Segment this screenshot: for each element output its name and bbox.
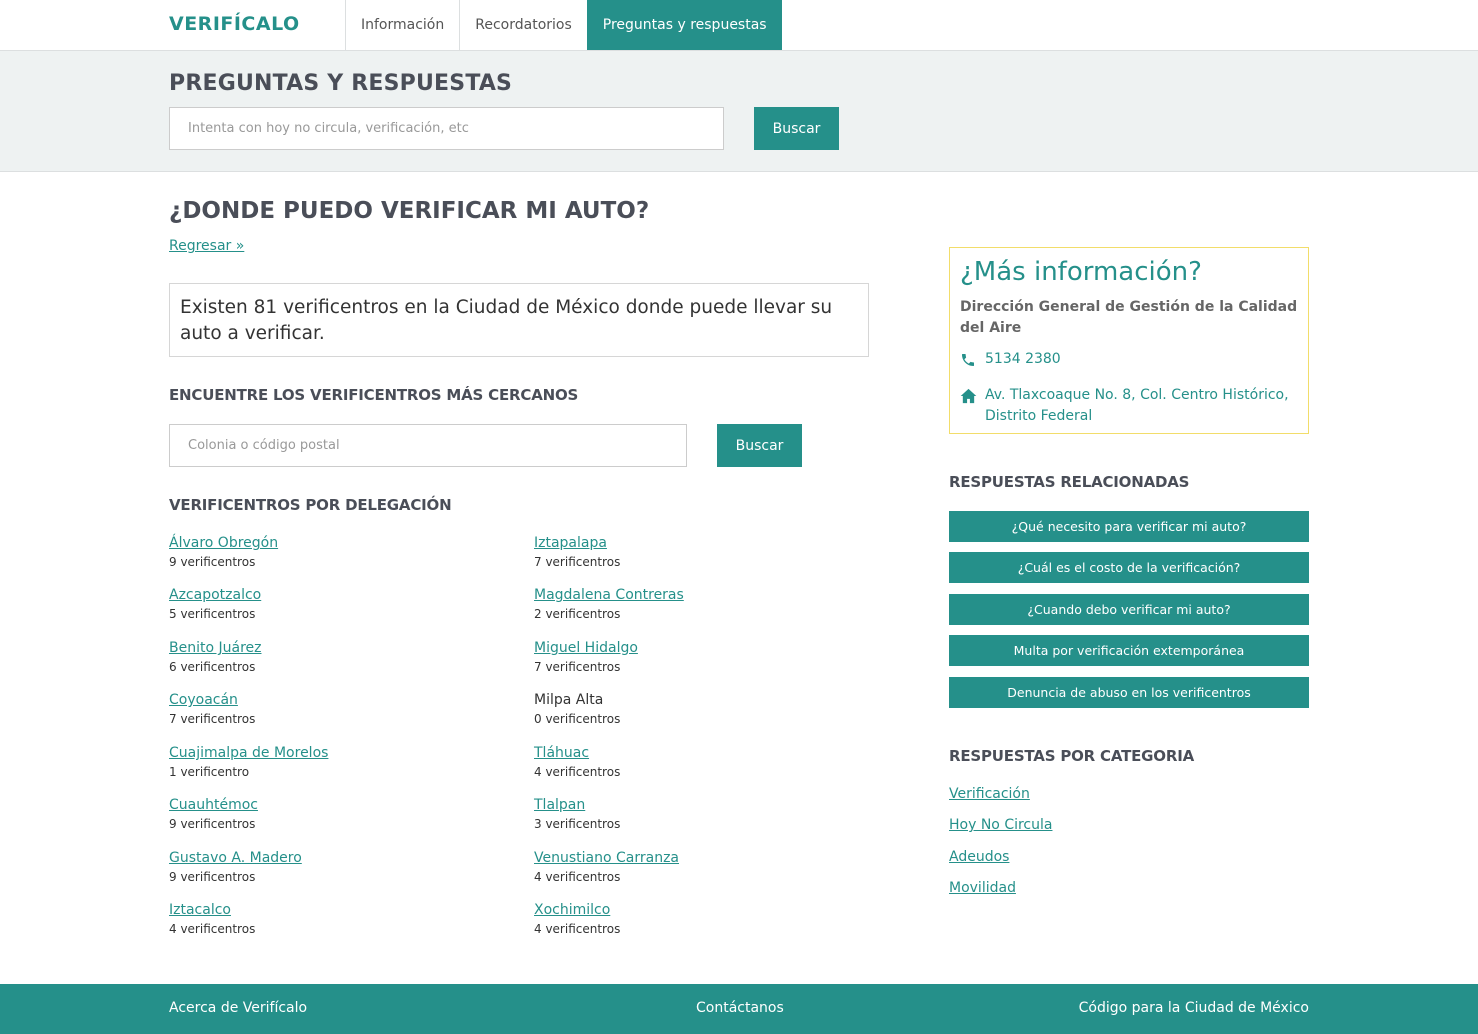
delegation-link[interactable]: Álvaro Obregón: [169, 535, 278, 551]
faq-search-input[interactable]: Intenta con hoy no circula, verificación…: [169, 107, 724, 150]
delegation-link[interactable]: Miguel Hidalgo: [534, 640, 638, 656]
address-row: Av. Tlaxcoaque No. 8, Col. Centro Histór…: [960, 385, 1298, 427]
related-button[interactable]: Denuncia de abuso en los verificentros: [949, 677, 1309, 708]
delegation-link[interactable]: Cuajimalpa de Morelos: [169, 745, 328, 761]
answer-box: Existen 81 verificentros en la Ciudad de…: [169, 283, 869, 357]
delegation-item: Cuauhtémoc 9 verificentros: [169, 797, 258, 831]
delegation-count: 1 verificentro: [169, 765, 250, 779]
delegations-heading: VERIFICENTROS POR DELEGACIÓN: [169, 496, 452, 514]
delegation-count: 5 verificentros: [169, 607, 256, 621]
delegation-item: Iztacalco 4 verificentros: [169, 902, 255, 936]
top-navbar: VERIFÍCALO Información Recordatorios Pre…: [0, 0, 1478, 51]
phone-row: 5134 2380: [960, 349, 1298, 375]
postal-search-input[interactable]: Colonia o código postal: [169, 424, 687, 467]
delegation-count: 4 verificentros: [169, 922, 256, 936]
footer-contact-link[interactable]: Contáctanos: [696, 1000, 784, 1016]
category-link-hoy-no-circula[interactable]: Hoy No Circula: [949, 817, 1052, 833]
footer-about-link[interactable]: Acerca de Verifícalo: [169, 1000, 307, 1016]
nav-item-recordatorios[interactable]: Recordatorios: [459, 0, 587, 50]
delegation-link[interactable]: Azcapotzalco: [169, 587, 261, 603]
delegation-item: Milpa Alta 0 verificentros: [534, 692, 620, 726]
delegation-item: Xochimilco 4 verificentros: [534, 902, 620, 936]
phone-number[interactable]: 5134 2380: [985, 349, 1061, 370]
delegation-count: 9 verificentros: [169, 817, 256, 831]
delegation-link[interactable]: Cuauhtémoc: [169, 797, 258, 813]
nav-item-preguntas[interactable]: Preguntas y respuestas: [586, 0, 782, 50]
nearest-heading: ENCUENTRE LOS VERIFICENTROS MÁS CERCANOS: [169, 386, 579, 404]
related-button[interactable]: Multa por verificación extemporánea: [949, 635, 1309, 666]
delegation-item: Azcapotzalco 5 verificentros: [169, 587, 261, 621]
delegation-item: Coyoacán 7 verificentros: [169, 692, 255, 726]
delegation-item: Benito Juárez 6 verificentros: [169, 640, 261, 674]
delegation-link[interactable]: Benito Juárez: [169, 640, 261, 656]
main-nav: Información Recordatorios Preguntas y re…: [345, 0, 782, 50]
delegation-item: Álvaro Obregón 9 verificentros: [169, 535, 278, 569]
footer: Acerca de Verifícalo Contáctanos Código …: [0, 984, 1478, 1034]
related-heading: RESPUESTAS RELACIONADAS: [949, 473, 1190, 491]
delegation-item: Cuajimalpa de Morelos 1 verificentro: [169, 745, 328, 779]
delegation-link[interactable]: Tlalpan: [534, 797, 620, 813]
faq-search-button[interactable]: Buscar: [754, 107, 839, 150]
home-icon: [960, 385, 985, 411]
organization-name: Dirección General de Gestión de la Calid…: [960, 299, 1298, 336]
delegation-count: 4 verificentros: [534, 765, 621, 779]
delegation-count: 6 verificentros: [169, 660, 256, 674]
category-link-movilidad[interactable]: Movilidad: [949, 880, 1016, 896]
brand-logo[interactable]: VERIFÍCALO: [169, 13, 300, 35]
delegation-count: 9 verificentros: [169, 555, 256, 569]
delegation-count: 7 verificentros: [169, 712, 256, 726]
delegation-item: Gustavo A. Madero 9 verificentros: [169, 850, 302, 884]
delegation-count: 2 verificentros: [534, 607, 621, 621]
delegation-link[interactable]: Xochimilco: [534, 902, 620, 918]
delegation-item: Tlalpan 3 verificentros: [534, 797, 620, 831]
question-title: ¿DONDE PUEDO VERIFICAR MI AUTO?: [169, 198, 650, 224]
delegation-count: 7 verificentros: [534, 555, 621, 569]
categories-heading: RESPUESTAS POR CATEGORIA: [949, 747, 1194, 765]
delegation-link[interactable]: Magdalena Contreras: [534, 587, 684, 603]
delegation-link[interactable]: Gustavo A. Madero: [169, 850, 302, 866]
delegation-link[interactable]: Iztapalapa: [534, 535, 620, 551]
delegation-count: 4 verificentros: [534, 870, 621, 884]
page-title: PREGUNTAS Y RESPUESTAS: [169, 71, 513, 96]
delegation-item: Iztapalapa 7 verificentros: [534, 535, 620, 569]
delegation-count: 7 verificentros: [534, 660, 621, 674]
address-text[interactable]: Av. Tlaxcoaque No. 8, Col. Centro Histór…: [985, 385, 1298, 427]
postal-search-button[interactable]: Buscar: [717, 424, 802, 467]
delegation-link[interactable]: Iztacalco: [169, 902, 255, 918]
delegation-count: 0 verificentros: [534, 712, 621, 726]
delegation-item: Magdalena Contreras 2 verificentros: [534, 587, 684, 621]
delegation-count: 9 verificentros: [169, 870, 256, 884]
delegation-link[interactable]: Coyoacán: [169, 692, 255, 708]
delegation-link[interactable]: Venustiano Carranza: [534, 850, 679, 866]
category-link-adeudos[interactable]: Adeudos: [949, 849, 1009, 865]
related-button[interactable]: ¿Cuando debo verificar mi auto?: [949, 594, 1309, 625]
category-link-verificacion[interactable]: Verificación: [949, 786, 1030, 802]
delegation-name: Milpa Alta: [534, 692, 604, 708]
delegation-item: Miguel Hidalgo 7 verificentros: [534, 640, 638, 674]
nav-item-informacion[interactable]: Información: [345, 0, 459, 50]
delegation-link[interactable]: Tláhuac: [534, 745, 620, 761]
more-info-title: ¿Más información?: [960, 257, 1202, 287]
header-band: PREGUNTAS Y RESPUESTAS Intenta con hoy n…: [0, 51, 1478, 172]
delegation-item: Venustiano Carranza 4 verificentros: [534, 850, 679, 884]
related-button[interactable]: ¿Qué necesito para verificar mi auto?: [949, 511, 1309, 542]
delegation-count: 4 verificentros: [534, 922, 621, 936]
delegation-item: Tláhuac 4 verificentros: [534, 745, 620, 779]
back-link[interactable]: Regresar »: [169, 238, 244, 254]
footer-code-link[interactable]: Código para la Ciudad de México: [1079, 1000, 1309, 1016]
phone-icon: [960, 349, 985, 375]
more-info-box: ¿Más información? Dirección General de G…: [949, 247, 1309, 434]
delegation-count: 3 verificentros: [534, 817, 621, 831]
related-button[interactable]: ¿Cuál es el costo de la verificación?: [949, 552, 1309, 583]
